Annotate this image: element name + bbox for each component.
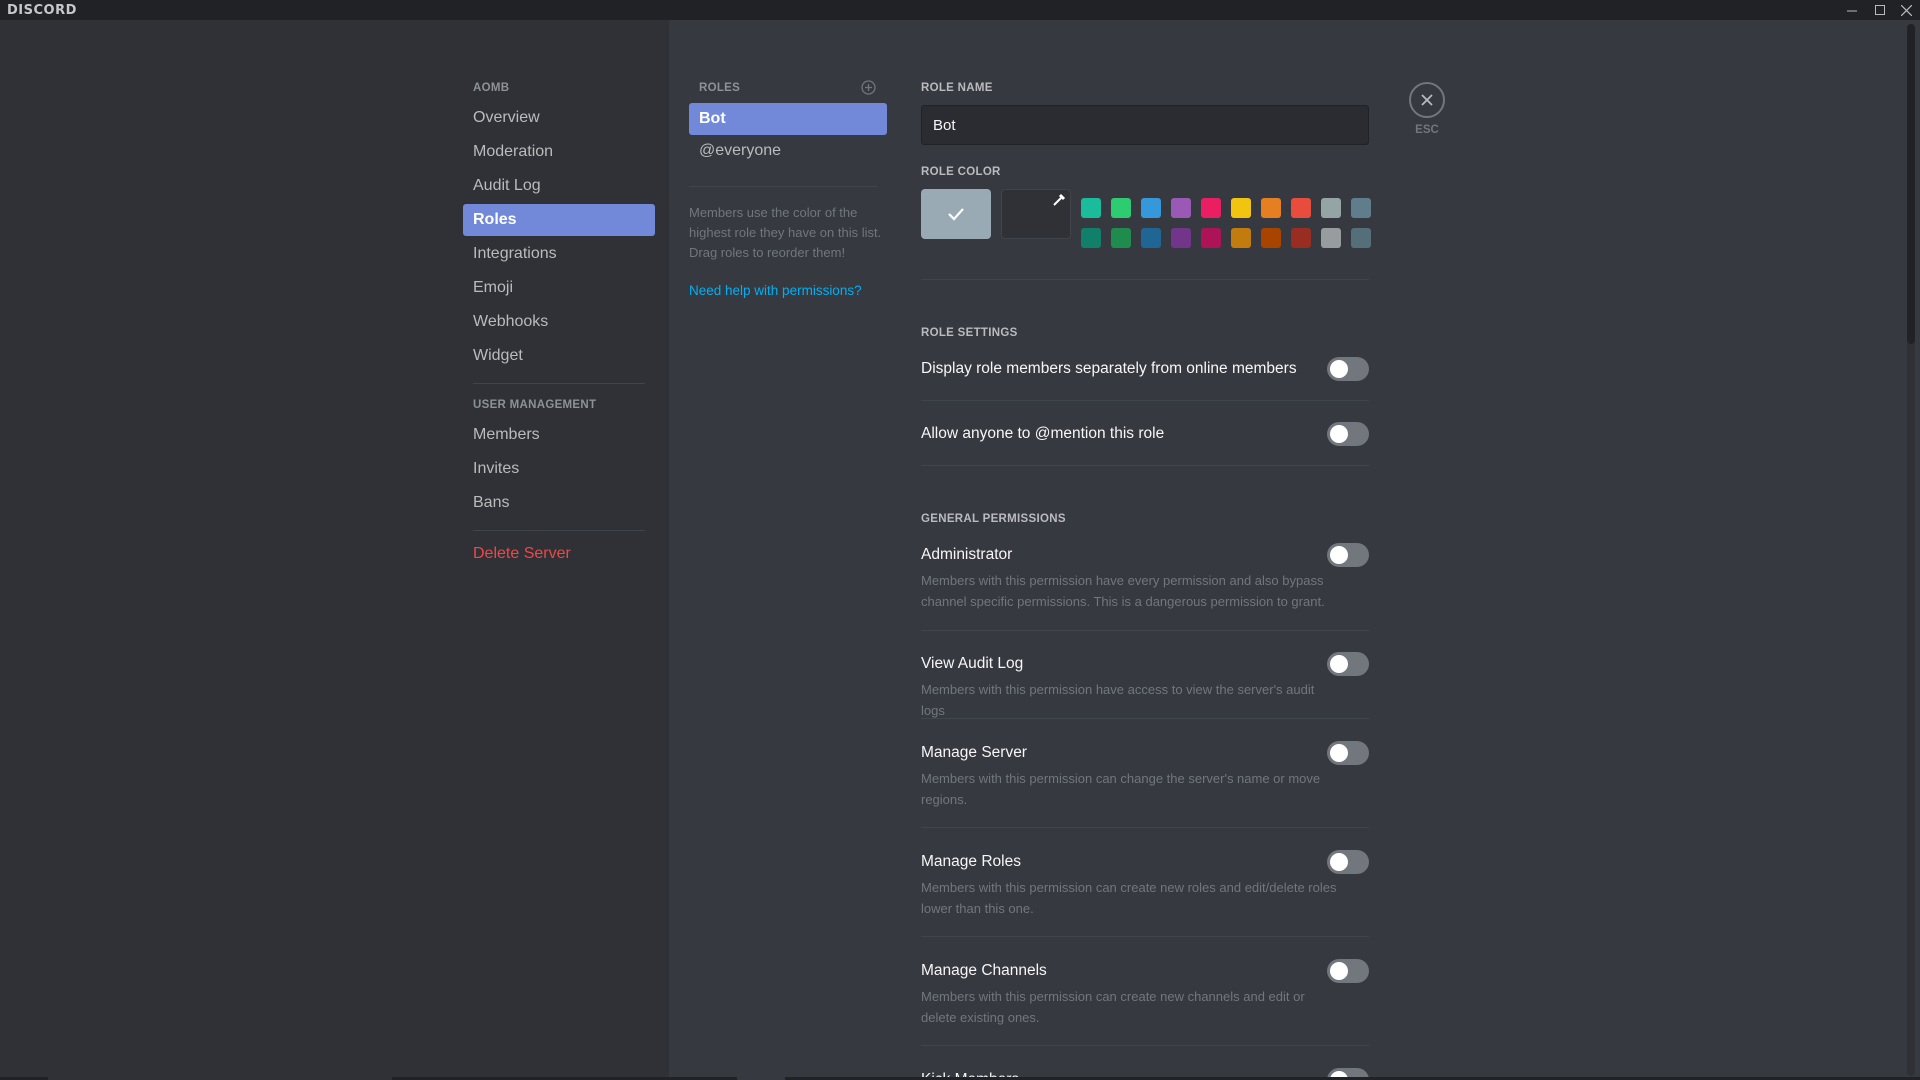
view-audit-log-toggle[interactable] (1327, 652, 1369, 676)
sidebar-item-roles[interactable]: Roles (463, 204, 655, 236)
close-icon (1421, 94, 1433, 106)
delete-server-button[interactable]: Delete Server (463, 538, 655, 570)
administrator-toggle[interactable] (1327, 543, 1369, 567)
manage-channels-toggle[interactable] (1327, 959, 1369, 983)
color-swatch[interactable] (1171, 198, 1191, 218)
permission-description: Members with this permission have every … (921, 573, 1325, 609)
permission-title: View Audit Log (921, 655, 1024, 672)
color-swatch[interactable] (1141, 198, 1161, 218)
editor-divider (921, 936, 1369, 937)
color-swatch[interactable] (1261, 228, 1281, 248)
permission-title: Manage Channels (921, 962, 1047, 979)
setting-title: Display role members separately from onl… (921, 360, 1297, 377)
editor-divider (921, 279, 1369, 280)
sidebar-item-emoji[interactable]: Emoji (463, 272, 655, 304)
role-item-bot[interactable]: Bot (689, 103, 887, 135)
role-name-label: ROLE NAME (921, 82, 993, 94)
sidebar-divider (473, 530, 645, 531)
esc-label: ESC (1415, 124, 1439, 136)
editor-divider (921, 718, 1369, 719)
roles-header: ROLES (699, 82, 741, 94)
minimize-icon[interactable] (1838, 0, 1866, 20)
color-swatch[interactable] (1291, 228, 1311, 248)
permission-title: Manage Roles (921, 853, 1021, 870)
role-color-label: ROLE COLOR (921, 166, 1001, 178)
color-swatch[interactable] (1201, 228, 1221, 248)
color-swatch[interactable] (1081, 198, 1101, 218)
sidebar-item-webhooks[interactable]: Webhooks (463, 306, 655, 338)
editor-divider (921, 1045, 1369, 1046)
sidebar-item-invites[interactable]: Invites (463, 453, 655, 485)
color-swatch[interactable] (1291, 198, 1311, 218)
color-swatch[interactable] (1351, 198, 1371, 218)
add-role-icon[interactable] (861, 80, 876, 95)
settings-content: ROLES Bot @everyone Members use the colo… (669, 20, 1920, 1080)
editor-divider (921, 400, 1369, 401)
manage-roles-toggle[interactable] (1327, 850, 1369, 874)
color-swatch[interactable] (1321, 198, 1341, 218)
color-swatch[interactable] (1231, 228, 1251, 248)
eyedropper-icon (1053, 193, 1066, 206)
color-swatch[interactable] (1081, 228, 1101, 248)
permissions-help-link[interactable]: Need help with permissions? (689, 283, 862, 298)
display-separately-toggle[interactable] (1327, 357, 1369, 381)
app-brand: DISCORD (7, 3, 77, 18)
sidebar-item-audit-log[interactable]: Audit Log (463, 170, 655, 202)
sidebar-divider (473, 383, 645, 384)
title-bar: DISCORD (0, 0, 1920, 20)
role-settings-label: ROLE SETTINGS (921, 327, 1018, 339)
manage-server-toggle[interactable] (1327, 741, 1369, 765)
permission-title: Manage Server (921, 744, 1027, 761)
scrollbar[interactable] (1907, 24, 1915, 1076)
role-item-everyone[interactable]: @everyone (689, 135, 887, 167)
color-swatch[interactable] (1231, 198, 1251, 218)
color-swatch[interactable] (1111, 198, 1131, 218)
settings-sidebar: AOMB Overview Moderation Audit Log Roles… (0, 20, 669, 1080)
color-swatch[interactable] (1321, 228, 1341, 248)
allow-mention-toggle[interactable] (1327, 422, 1369, 446)
sidebar-item-members[interactable]: Members (463, 419, 655, 451)
color-swatch[interactable] (1261, 198, 1281, 218)
permission-description: Members with this permission have access… (921, 682, 1315, 718)
editor-divider (921, 630, 1369, 631)
sidebar-item-moderation[interactable]: Moderation (463, 136, 655, 168)
editor-divider (921, 465, 1369, 466)
color-swatch[interactable] (1201, 198, 1221, 218)
color-swatch[interactable] (1351, 228, 1371, 248)
color-swatch[interactable] (1111, 228, 1131, 248)
general-permissions-label: GENERAL PERMISSIONS (921, 513, 1066, 525)
permission-title: Administrator (921, 546, 1013, 563)
maximize-icon[interactable] (1866, 0, 1894, 20)
server-name-header: AOMB (473, 82, 510, 94)
roles-description: Members use the color of the highest rol… (689, 205, 882, 260)
scrollbar-thumb[interactable] (1907, 24, 1915, 344)
roles-divider (689, 186, 877, 187)
color-swatch[interactable] (1141, 228, 1161, 248)
user-management-header: USER MANAGEMENT (473, 399, 597, 411)
sidebar-item-bans[interactable]: Bans (463, 487, 655, 519)
checkmark-icon (948, 208, 964, 221)
custom-color-picker[interactable] (1001, 189, 1071, 239)
editor-divider (921, 827, 1369, 828)
setting-title: Allow anyone to @mention this role (921, 425, 1165, 442)
sidebar-item-widget[interactable]: Widget (463, 340, 655, 372)
close-settings-button[interactable] (1409, 82, 1445, 118)
default-color-swatch[interactable] (921, 189, 991, 239)
role-name-input[interactable] (921, 105, 1369, 145)
sidebar-item-integrations[interactable]: Integrations (463, 238, 655, 270)
permission-description: Members with this permission can create … (921, 989, 1305, 1025)
color-swatch[interactable] (1171, 228, 1191, 248)
permission-description: Members with this permission can create … (921, 880, 1337, 916)
permission-description: Members with this permission can change … (921, 771, 1321, 807)
close-icon[interactable] (1892, 0, 1920, 20)
sidebar-item-overview[interactable]: Overview (463, 102, 655, 134)
